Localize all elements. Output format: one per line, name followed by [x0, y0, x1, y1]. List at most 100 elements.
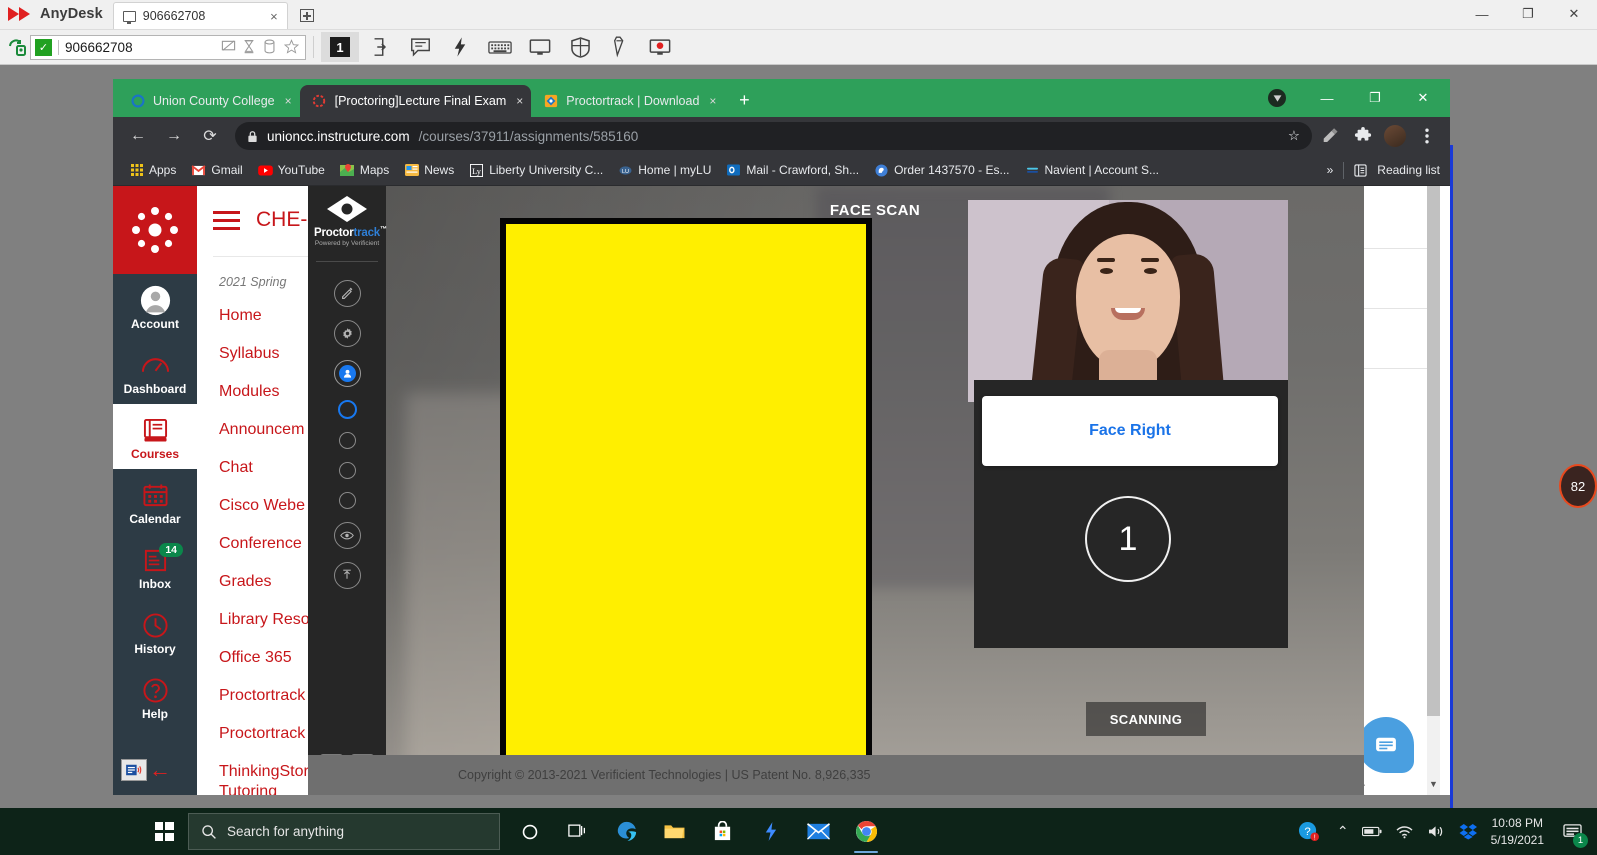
taskbar-mail-button[interactable] — [794, 808, 842, 855]
step-pending-3[interactable] — [339, 492, 356, 509]
bookmark-navient[interactable]: Navient | Account S... — [1019, 160, 1166, 181]
anydesk-record-button[interactable] — [641, 32, 679, 62]
anydesk-session-counter-button[interactable]: 1 — [321, 32, 359, 62]
minimize-button[interactable]: — — [1304, 82, 1350, 114]
anydesk-chat-button[interactable] — [401, 32, 439, 62]
close-icon[interactable]: × — [707, 94, 716, 108]
database-icon[interactable] — [263, 39, 278, 56]
taskbar-google-chrome-button[interactable] — [842, 808, 890, 855]
anydesk-keyboard-button[interactable] — [481, 32, 519, 62]
dropbox-icon[interactable] — [1459, 823, 1478, 840]
sidebar-item-calendar[interactable]: Calendar — [113, 469, 197, 534]
address-bar[interactable]: unioncc.instructure.com /courses/37911/a… — [235, 122, 1312, 150]
step-pending-2[interactable] — [339, 462, 356, 479]
taskbar-microsoft-store-button[interactable] — [698, 808, 746, 855]
step-face-scan-current[interactable] — [338, 400, 357, 419]
browser-tab-proctoring-lecture-final-exam[interactable]: [Proctoring]Lecture Final Exam × — [300, 85, 532, 117]
anydesk-actions-button[interactable] — [441, 32, 479, 62]
bookmarks-overflow-button[interactable]: » — [1327, 163, 1334, 177]
bookmark-order-1437570[interactable]: Order 1437570 - Es... — [868, 160, 1015, 181]
canvas-logo[interactable] — [113, 186, 197, 274]
anydesk-session-tab[interactable]: 906662708 × — [113, 2, 288, 29]
start-button[interactable] — [140, 808, 188, 855]
maximize-button[interactable]: ❐ — [1352, 82, 1398, 114]
sidebar-item-account[interactable]: Account — [113, 274, 197, 339]
bookmark-star-icon[interactable]: ☆ — [1288, 128, 1300, 144]
sidebar-item-courses[interactable]: Courses — [113, 404, 197, 469]
anydesk-display-button[interactable] — [521, 32, 559, 62]
sidebar-item-inbox[interactable]: 14 Inbox — [113, 534, 197, 599]
page-scrollbar[interactable]: ▼ — [1427, 186, 1440, 795]
bookmark-youtube[interactable]: YouTube — [252, 160, 331, 181]
anydesk-permissions-button[interactable] — [561, 32, 599, 62]
help-alert-icon[interactable]: ?! — [1294, 817, 1324, 847]
battery-icon[interactable] — [1362, 826, 1382, 837]
minimize-button[interactable]: — — [1459, 0, 1505, 29]
help-chat-button[interactable] — [1358, 717, 1414, 773]
volume-icon[interactable] — [1427, 824, 1446, 839]
anydesk-exit-button[interactable] — [361, 32, 399, 62]
step-identity[interactable] — [334, 360, 361, 387]
reload-button[interactable]: ⟳ — [195, 121, 225, 151]
anydesk-new-tab-button[interactable] — [294, 2, 320, 28]
star-icon[interactable] — [284, 39, 299, 56]
scrollbar-thumb[interactable] — [1427, 186, 1440, 716]
close-button[interactable]: ✕ — [1400, 82, 1446, 114]
gmail-icon — [191, 163, 206, 178]
hourglass-icon[interactable] — [242, 39, 257, 56]
scanning-status-badge: SCANNING — [1086, 702, 1206, 736]
step-settings[interactable] — [334, 320, 361, 347]
edge-score-badge[interactable]: 82 — [1559, 464, 1597, 508]
browser-tab-proctortrack-download[interactable]: Proctortrack | Download × — [531, 85, 724, 117]
profile-avatar[interactable] — [1382, 123, 1408, 149]
taskbar-task-view-button[interactable] — [554, 808, 602, 855]
microsoft-store-icon — [712, 821, 733, 842]
screen-off-icon[interactable] — [221, 39, 236, 56]
bookmark-label: Apps — [149, 163, 176, 177]
chrome-menu-button[interactable] — [1414, 123, 1440, 149]
step-pending-1[interactable] — [339, 432, 356, 449]
maximize-button[interactable]: ❐ — [1505, 0, 1551, 29]
taskbar-cortana-button[interactable] — [506, 808, 554, 855]
screen-reader-icon[interactable] — [121, 759, 147, 781]
sidebar-item-history[interactable]: History — [113, 599, 197, 664]
clock[interactable]: 10:08 PM 5/19/2021 — [1491, 815, 1544, 847]
new-tab-button[interactable]: + — [730, 86, 758, 114]
bookmark-liberty-university[interactable]: Ly Liberty University C... — [463, 160, 609, 181]
bookmark-apps[interactable]: Apps — [123, 160, 182, 181]
step-pencil[interactable] — [334, 280, 361, 307]
bookmark-gmail[interactable]: Gmail — [185, 160, 248, 181]
taskbar-microsoft-edge-button[interactable] — [602, 808, 650, 855]
bookmark-maps[interactable]: Maps — [334, 160, 395, 181]
anydesk-address-bar[interactable]: ✓ 906662708 — [30, 35, 306, 60]
tab-title: Union County College — [153, 94, 275, 108]
tray-expand-chevron-icon[interactable]: ⌃ — [1337, 823, 1349, 840]
step-monitor[interactable] — [334, 522, 361, 549]
forward-button[interactable]: → — [159, 121, 189, 151]
taskbar-lightning-app-button[interactable] — [746, 808, 794, 855]
reading-list-label[interactable]: Reading list — [1377, 163, 1440, 177]
taskbar-search-box[interactable]: Search for anything — [188, 813, 500, 850]
extensions-puzzle-icon[interactable] — [1350, 123, 1376, 149]
bookmark-home-mylu[interactable]: LU Home | myLU — [612, 160, 717, 181]
anydesk-sync-icon[interactable] — [6, 37, 28, 57]
notification-center-button[interactable]: 1 — [1557, 817, 1587, 847]
extension-icon-1[interactable] — [1318, 123, 1344, 149]
close-button[interactable]: ✕ — [1551, 0, 1597, 29]
taskbar-file-explorer-button[interactable] — [650, 808, 698, 855]
browser-tab-union-county-college[interactable]: Union County College × — [118, 85, 300, 117]
bookmark-news[interactable]: News — [398, 160, 460, 181]
sidebar-item-help[interactable]: Help — [113, 664, 197, 729]
close-icon[interactable]: × — [283, 94, 292, 108]
scroll-down-arrow-icon[interactable]: ▼ — [1427, 779, 1440, 795]
step-upload[interactable] — [334, 562, 361, 589]
close-icon[interactable]: × — [267, 9, 281, 24]
menu-hamburger-icon[interactable] — [213, 211, 240, 230]
sidebar-item-dashboard[interactable]: Dashboard — [113, 339, 197, 404]
bookmark-mail-crawford[interactable]: Mail - Crawford, Sh... — [720, 160, 865, 181]
back-button[interactable]: ← — [123, 121, 153, 151]
wifi-icon[interactable] — [1395, 824, 1414, 839]
close-icon[interactable]: × — [514, 94, 523, 108]
anydesk-whiteboard-button[interactable] — [601, 32, 639, 62]
bookmark-label: Mail - Crawford, Sh... — [746, 163, 859, 177]
